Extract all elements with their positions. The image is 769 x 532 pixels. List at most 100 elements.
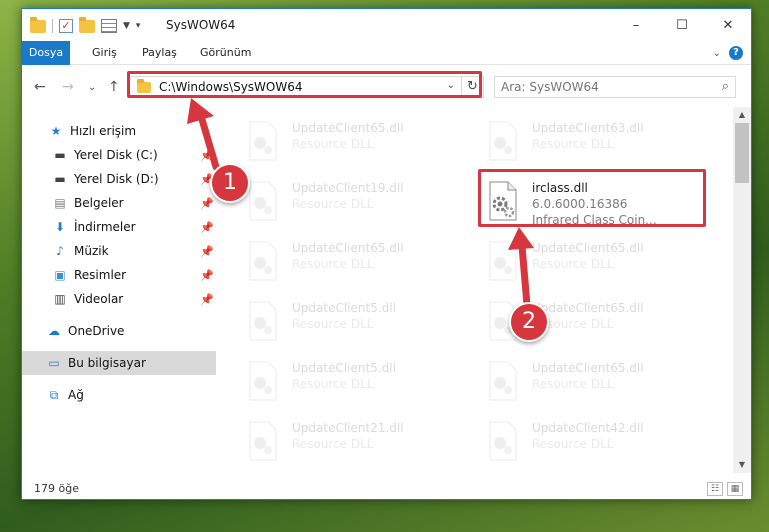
sidebar-item-label: Videolar bbox=[74, 292, 124, 306]
item-count: 179 öğe bbox=[34, 482, 79, 495]
pin-icon[interactable]: 📌 bbox=[200, 221, 214, 234]
ribbon-tabs: Dosya Giriş Paylaş Görünüm ⌄ ? bbox=[22, 41, 751, 65]
file-name: UpdateClient65.dll bbox=[532, 361, 644, 375]
pictures-icon: ▣ bbox=[54, 268, 66, 282]
help-icon[interactable]: ? bbox=[729, 46, 743, 60]
sidebar-item-label: Belgeler bbox=[74, 196, 124, 210]
pin-icon[interactable]: 📌 bbox=[200, 197, 214, 210]
tiles-view-icon[interactable]: ▦ bbox=[727, 482, 743, 496]
file-name: UpdateClient42.dll bbox=[532, 421, 644, 435]
pin-icon[interactable]: 📌 bbox=[200, 149, 214, 162]
sidebar-item-downloads[interactable]: ⬇ İndirmeler 📌 bbox=[52, 215, 214, 239]
drive-icon: ▬ bbox=[54, 148, 66, 162]
file-tile[interactable]: UpdateClient5.dll Resource DLL bbox=[240, 355, 470, 409]
sidebar-item-music[interactable]: ♪ Müzik 📌 bbox=[52, 239, 214, 263]
scroll-up-icon[interactable]: ▲ bbox=[733, 107, 751, 123]
file-name: UpdateClient63.dll bbox=[532, 121, 644, 135]
file-type: Resource DLL bbox=[292, 377, 374, 391]
sidebar-item-network[interactable]: ⧉ Ağ bbox=[46, 383, 84, 407]
sidebar-item-label: Yerel Disk (D:) bbox=[74, 172, 159, 186]
file-name: UpdateClient19.dll bbox=[292, 181, 404, 195]
sidebar-item-this-pc[interactable]: ▭ Bu bilgisayar bbox=[22, 351, 216, 375]
title-bar: ✓ ▼ ▾ SysWOW64 – ☐ ✕ bbox=[22, 9, 751, 41]
file-tile[interactable]: UpdateClient19.dll Resource DLL bbox=[240, 175, 470, 229]
file-type: Resource DLL bbox=[292, 317, 374, 331]
sidebar-item-label: Bu bilgisayar bbox=[68, 356, 146, 370]
folder-icon bbox=[30, 16, 46, 33]
address-highlight-box bbox=[127, 71, 482, 98]
tab-share[interactable]: Paylaş bbox=[132, 41, 187, 65]
recent-locations-button[interactable]: ⌄ bbox=[88, 82, 96, 93]
pin-icon[interactable]: 📌 bbox=[200, 245, 214, 258]
sidebar-item-label: Hızlı erişim bbox=[70, 124, 137, 138]
chevron-down-icon[interactable]: ▼ bbox=[123, 21, 130, 31]
close-button[interactable]: ✕ bbox=[705, 9, 751, 41]
file-tile[interactable]: UpdateClient21.dll Resource DLL bbox=[240, 415, 470, 469]
navigation-pane: ★ Hızlı erişim ▬ Yerel Disk (C:) 📌 ▬ Yer… bbox=[22, 107, 216, 473]
file-type: Resource DLL bbox=[292, 197, 374, 211]
tab-file[interactable]: Dosya bbox=[22, 41, 70, 65]
maximize-button[interactable]: ☐ bbox=[659, 9, 705, 41]
dll-file-icon bbox=[249, 121, 277, 161]
file-name: UpdateClient21.dll bbox=[292, 421, 404, 435]
scroll-down-icon[interactable]: ▼ bbox=[733, 457, 751, 473]
file-tile[interactable]: UpdateClient5.dll Resource DLL bbox=[240, 295, 470, 349]
minimize-button[interactable]: – bbox=[613, 9, 659, 41]
drive-icon: ▬ bbox=[54, 172, 66, 186]
file-tile[interactable]: UpdateClient63.dll Resource DLL bbox=[480, 115, 710, 169]
up-button[interactable]: ↑ bbox=[108, 79, 120, 95]
sidebar-item-pictures[interactable]: ▣ Resimler 📌 bbox=[52, 263, 213, 287]
pin-icon[interactable]: 📌 bbox=[200, 269, 214, 282]
window-controls: – ☐ ✕ bbox=[613, 9, 751, 41]
dll-file-icon bbox=[489, 241, 517, 281]
separator bbox=[52, 19, 53, 33]
dll-file-icon bbox=[249, 421, 277, 461]
sidebar-item-label: Yerel Disk (C:) bbox=[74, 148, 158, 162]
sidebar-item-label: İndirmeler bbox=[74, 220, 136, 234]
sidebar-item-drive-c[interactable]: ▬ Yerel Disk (C:) 📌 bbox=[52, 143, 213, 167]
pin-icon[interactable]: 📌 bbox=[200, 293, 214, 306]
search-icon: ⌕ bbox=[721, 79, 729, 94]
back-button[interactable]: ← bbox=[34, 79, 46, 95]
music-icon: ♪ bbox=[56, 244, 64, 258]
file-tile[interactable]: UpdateClient65.dll Resource DLL bbox=[240, 115, 470, 169]
computer-icon: ▭ bbox=[48, 356, 60, 370]
cloud-icon: ☁ bbox=[48, 324, 60, 338]
file-tile[interactable]: UpdateClient42.dll Resource DLL bbox=[480, 415, 710, 469]
file-name: UpdateClient65.dll bbox=[292, 121, 404, 135]
properties-icon[interactable] bbox=[101, 19, 117, 33]
file-name: UpdateClient5.dll bbox=[292, 301, 396, 315]
dll-file-icon bbox=[249, 181, 277, 221]
search-input[interactable] bbox=[501, 79, 701, 95]
network-icon: ⧉ bbox=[49, 387, 59, 402]
file-type: Resource DLL bbox=[292, 137, 374, 151]
file-tile[interactable]: UpdateClient65.dll Resource DLL bbox=[480, 235, 710, 289]
sidebar-item-documents[interactable]: ▤ Belgeler 📌 bbox=[52, 191, 213, 215]
tab-view[interactable]: Görünüm bbox=[190, 41, 261, 65]
file-type: Resource DLL bbox=[532, 437, 614, 451]
vertical-scrollbar[interactable]: ▲ ▼ bbox=[733, 107, 751, 473]
sidebar-item-quick-access[interactable]: ★ Hızlı erişim bbox=[48, 119, 136, 143]
star-icon: ★ bbox=[50, 124, 62, 138]
file-tile[interactable]: UpdateClient65.dll Resource DLL bbox=[240, 235, 470, 289]
properties-check-icon[interactable]: ✓ bbox=[59, 19, 73, 33]
step-1-badge: 1 bbox=[210, 163, 250, 203]
sidebar-item-videos[interactable]: ▥ Videolar 📌 bbox=[52, 287, 213, 311]
expand-ribbon-icon[interactable]: ⌄ bbox=[713, 48, 721, 59]
search-box[interactable]: ⌕ bbox=[494, 76, 736, 98]
tab-home[interactable]: Giriş bbox=[82, 41, 127, 65]
new-folder-icon[interactable] bbox=[79, 16, 95, 33]
sidebar-item-drive-d[interactable]: ▬ Yerel Disk (D:) 📌 bbox=[52, 167, 213, 191]
details-view-icon[interactable]: ☷ bbox=[707, 482, 723, 496]
step-2-badge: 2 bbox=[509, 302, 549, 342]
sidebar-item-onedrive[interactable]: ☁ OneDrive bbox=[46, 319, 124, 343]
customize-qat-icon[interactable]: ▾ bbox=[136, 21, 141, 31]
file-name: UpdateClient65.dll bbox=[292, 241, 404, 255]
forward-button[interactable]: → bbox=[62, 79, 74, 95]
file-tile[interactable]: UpdateClient65.dll Resource DLL bbox=[480, 355, 710, 409]
file-list: UpdateClient65.dll Resource DLL UpdateCl… bbox=[218, 107, 733, 473]
scroll-thumb[interactable] bbox=[735, 123, 749, 183]
sidebar-item-label: Ağ bbox=[68, 388, 84, 402]
file-type: Resource DLL bbox=[292, 257, 374, 271]
quick-access-toolbar: ✓ ▼ ▾ bbox=[30, 16, 141, 35]
